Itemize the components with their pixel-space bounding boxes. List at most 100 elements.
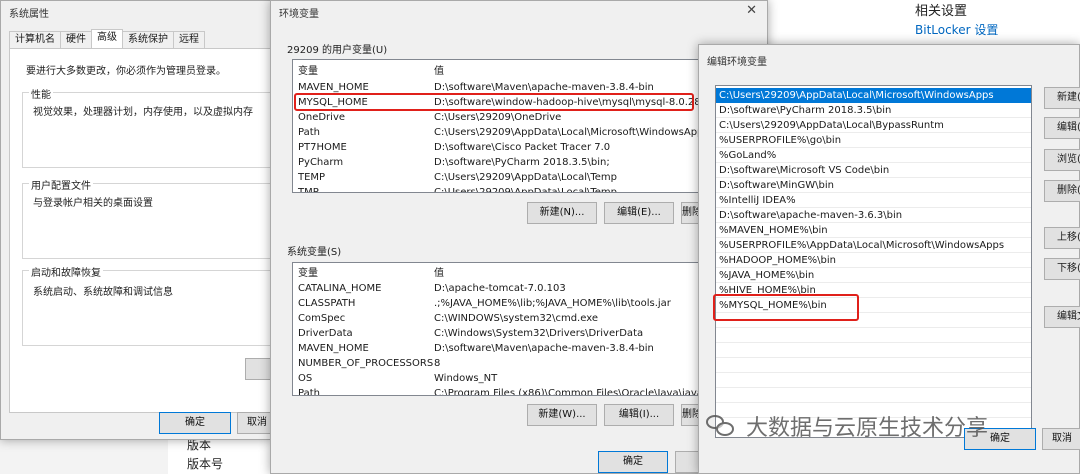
list-item[interactable]: D:\software\apache-maven-3.6.3\bin (716, 208, 1031, 223)
system-new-button[interactable]: 新建(W)... (527, 404, 597, 426)
list-item[interactable]: %MAVEN_HOME%\bin (716, 223, 1031, 238)
empty-row (716, 343, 1031, 358)
var-name: DriverData (298, 328, 353, 339)
system-variables-label: 系统变量(S) (287, 247, 342, 258)
tab-hardware[interactable]: 硬件 (60, 31, 92, 49)
delete-path-button[interactable]: 删除(D) (1044, 180, 1080, 202)
column-header-value[interactable]: 值 (434, 64, 444, 79)
var-value: C:\Users\29209\OneDrive (434, 112, 562, 123)
column-header-variable[interactable]: 变量 (298, 266, 318, 281)
list-item[interactable]: C:\Users\29209\AppData\Local\BypassRuntm (716, 118, 1031, 133)
var-name: CATALINA_HOME (298, 283, 382, 294)
tab-strip: 计算机名 硬件 高级 系统保护 远程 (9, 29, 205, 49)
var-name: Path (298, 388, 320, 396)
var-name: PyCharm (298, 157, 344, 168)
user-variables-label: 29209 的用户变量(U) (287, 45, 388, 56)
table-row[interactable]: TMP C:\Users\29209\AppData\Local\Temp (293, 185, 702, 193)
var-value: 8 (434, 358, 441, 369)
var-value: C:\Program Files (x86)\Common Files\Orac… (434, 388, 703, 396)
edit-path-button[interactable]: 编辑(E) (1044, 117, 1080, 139)
admin-note: 要进行大多数更改，你必须作为管理员登录。 (26, 66, 226, 77)
tab-system-protection[interactable]: 系统保护 (122, 31, 174, 49)
user-variables-list[interactable]: 变量 值 MAVEN_HOME D:\software\Maven\apache-… (292, 59, 703, 193)
column-header-variable[interactable]: 变量 (298, 64, 318, 79)
table-row[interactable]: OneDrive C:\Users\29209\OneDrive (293, 110, 702, 125)
var-value: C:\Users\29209\AppData\Local\Temp (434, 187, 617, 193)
path-entries-list[interactable]: C:\Users\29209\AppData\Local\Microsoft\W… (715, 85, 1032, 438)
column-header-value[interactable]: 值 (434, 266, 444, 281)
watermark-text: 大数据与云原生技术分享 (746, 416, 989, 441)
list-item[interactable]: %GoLand% (716, 148, 1031, 163)
version-number-label: 版本号 (187, 457, 224, 471)
table-row[interactable]: TEMP C:\Users\29209\AppData\Local\Temp (293, 170, 702, 185)
empty-row (716, 358, 1031, 373)
empty-row (716, 328, 1031, 343)
bitlocker-settings-link[interactable]: BitLocker 设置 (915, 21, 998, 38)
table-row[interactable]: DriverData C:\Windows\System32\Drivers\Dr… (293, 326, 702, 341)
watermark: 大数据与云原生技术分享 (706, 410, 988, 442)
edit-text-button[interactable]: 编辑文本(T)... (1044, 306, 1080, 328)
user-new-button[interactable]: 新建(N)... (527, 202, 597, 224)
tab-computer-name[interactable]: 计算机名 (9, 31, 61, 49)
cancel-button[interactable]: 取消 (1042, 428, 1080, 450)
table-row[interactable]: CATALINA_HOME D:\apache-tomcat-7.0.103 (293, 281, 702, 296)
var-name: PT7HOME (298, 142, 347, 153)
list-item[interactable]: %USERPROFILE%\go\bin (716, 133, 1031, 148)
list-item[interactable]: D:\software\PyCharm 2018.3.5\bin (716, 103, 1031, 118)
var-value: D:\software\PyCharm 2018.3.5\bin; (434, 157, 610, 168)
tab-advanced[interactable]: 高级 (91, 29, 123, 49)
list-header: 变量 值 (293, 64, 702, 79)
environment-variables-window: 环境变量 ✕ 29209 的用户变量(U) 变量 值 MAVEN_HOME D:\… (270, 0, 768, 474)
list-item[interactable]: %JAVA_HOME%\bin (716, 268, 1031, 283)
startup-recovery-group: 启动和故障恢复 系统启动、系统故障和调试信息 (22, 264, 272, 346)
var-name: OS (298, 373, 313, 384)
list-item[interactable]: D:\software\Microsoft VS Code\bin (716, 163, 1031, 178)
list-item[interactable]: %USERPROFILE%\AppData\Local\Microsoft\Wi… (716, 238, 1031, 253)
move-down-button[interactable]: 下移(O) (1044, 258, 1080, 280)
var-name: TEMP (298, 172, 326, 183)
var-value: C:\Users\29209\AppData\Local\Microsoft\W… (434, 127, 703, 138)
new-path-button[interactable]: 新建(N) (1044, 87, 1080, 109)
var-name: TMP (298, 187, 319, 193)
table-row[interactable]: PyCharm D:\software\PyCharm 2018.3.5\bin; (293, 155, 702, 170)
var-name: NUMBER_OF_PROCESSORS (298, 358, 434, 369)
table-row[interactable]: MAVEN_HOME D:\software\Maven\apache-maven… (293, 341, 702, 356)
list-item[interactable]: D:\software\MinGW\bin (716, 178, 1031, 193)
var-name: MAVEN_HOME (298, 343, 369, 354)
var-value: C:\WINDOWS\system32\cmd.exe (434, 313, 598, 324)
group-description: 视觉效果，处理器计划，内存使用，以及虚拟内存 (33, 107, 253, 118)
user-profiles-group: 用户配置文件 与登录帐户相关的桌面设置 (22, 177, 272, 259)
advanced-tab-panel: 要进行大多数更改，你必须作为管理员登录。 性能 视觉效果，处理器计划，内存使用，… (9, 48, 275, 413)
move-up-button[interactable]: 上移(U) (1044, 227, 1080, 249)
var-name: ComSpec (298, 313, 346, 324)
system-properties-window: 系统属性 计算机名 硬件 高级 系统保护 远程 要进行大多数更改，你必须作为管理… (0, 0, 277, 440)
ok-button[interactable]: 确定 (159, 412, 231, 434)
system-variables-list[interactable]: 变量 值 CATALINA_HOME D:\apache-tomcat-7.0.1… (292, 262, 703, 396)
table-row[interactable]: PT7HOME D:\software\Cisco Packet Tracer 7… (293, 140, 702, 155)
table-row[interactable]: OS Windows_NT (293, 371, 702, 386)
group-description: 系统启动、系统故障和调试信息 (33, 287, 173, 298)
table-row[interactable]: CLASSPATH .;%JAVA_HOME%\lib;%JAVA_HOME%\l… (293, 296, 702, 311)
var-name: Path (298, 127, 320, 138)
table-row[interactable]: Path C:\Users\29209\AppData\Local\Microso… (293, 125, 702, 140)
var-value: .;%JAVA_HOME%\lib;%JAVA_HOME%\lib\tools.… (434, 298, 671, 309)
close-icon[interactable]: ✕ (746, 3, 757, 18)
var-value: Windows_NT (434, 373, 498, 384)
browse-button[interactable]: 浏览(B)... (1044, 149, 1080, 171)
tab-remote[interactable]: 远程 (173, 31, 205, 49)
group-description: 与登录帐户相关的桌面设置 (33, 198, 153, 209)
window-title: 环境变量 (279, 9, 319, 20)
user-edit-button[interactable]: 编辑(E)... (604, 202, 674, 224)
table-row[interactable]: ComSpec C:\WINDOWS\system32\cmd.exe (293, 311, 702, 326)
related-settings-title: 相关设置 (915, 4, 968, 19)
var-name: OneDrive (298, 112, 346, 123)
system-edit-button[interactable]: 编辑(I)... (604, 404, 674, 426)
list-item[interactable]: %HADOOP_HOME%\bin (716, 253, 1031, 268)
ok-button[interactable]: 确定 (598, 451, 668, 473)
var-value: D:\software\Cisco Packet Tracer 7.0 (434, 142, 611, 153)
list-item[interactable]: C:\Users\29209\AppData\Local\Microsoft\W… (716, 88, 1031, 103)
table-row[interactable]: NUMBER_OF_PROCESSORS 8 (293, 356, 702, 371)
list-item[interactable]: %IntelliJ IDEA% (716, 193, 1031, 208)
var-value: C:\Windows\System32\Drivers\DriverData (434, 328, 644, 339)
table-row[interactable]: Path C:\Program Files (x86)\Common Files\… (293, 386, 703, 396)
